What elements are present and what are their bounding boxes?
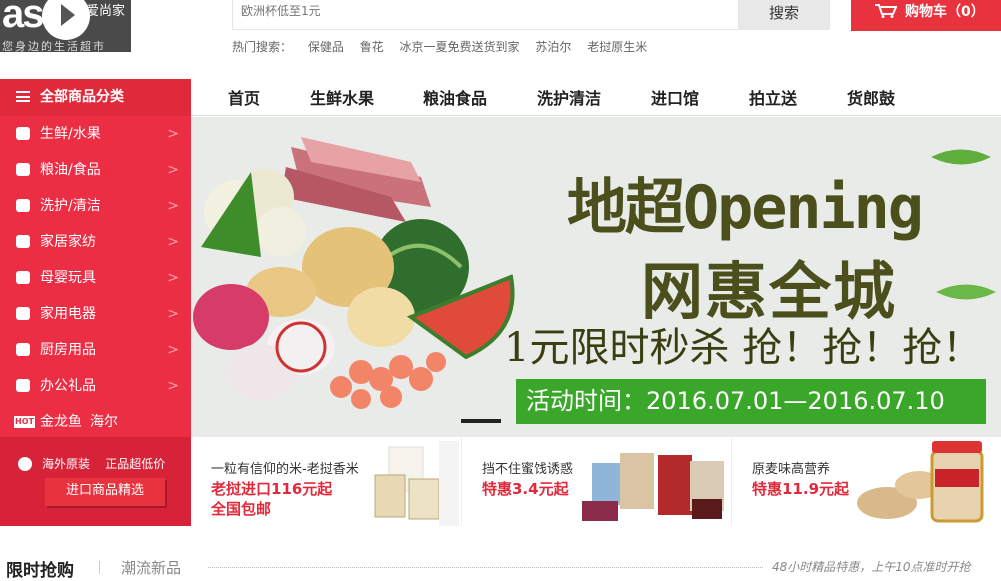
overseas-line: 海外原装 正品超低价 [18, 455, 165, 472]
site-logo[interactable]: as 爱尚家 您身边的生活超市 [0, 0, 131, 52]
shrimp-image [330, 352, 446, 409]
hot-search-link[interactable]: 老挝原生米 [587, 40, 647, 54]
category-item[interactable]: 粮油/食品 > [0, 152, 191, 188]
banner-title: 地超Opening [567, 173, 924, 243]
hot-badge: HOT [14, 416, 35, 428]
category-item[interactable]: 家居家纺 > [0, 224, 191, 260]
banner-time: 活动时间：2016.07.01—2016.07.10 [516, 379, 986, 424]
category-item[interactable]: 母婴玩具 > [0, 260, 191, 296]
oats-image [857, 441, 984, 523]
category-header[interactable]: 全部商品分类 [0, 79, 191, 116]
rice-bag-image [374, 441, 459, 526]
chevron-right-icon: > [167, 126, 179, 142]
baby-bottle-icon [16, 271, 30, 284]
category-label: 厨房用品 [40, 342, 96, 358]
cart-button[interactable]: 购物车（0） [851, 0, 1001, 31]
chevron-right-icon: > [167, 378, 179, 394]
category-label: 办公礼品 [40, 378, 96, 394]
category-label: 母婴玩具 [40, 270, 96, 286]
chevron-right-icon: > [167, 270, 179, 286]
search-button[interactable]: 搜索 [738, 0, 830, 30]
sofa-icon [16, 235, 30, 248]
menu-icon [16, 91, 30, 102]
hot-brands: HOT 金龙鱼 海尔 [0, 404, 191, 440]
promo-card-rice[interactable]: 一粒有信仰的米-老挝香米 老挝进口116元起 全国包邮 [191, 437, 462, 526]
category-header-label: 全部商品分类 [40, 89, 124, 105]
tv-icon [16, 307, 30, 320]
promo-price: 老挝进口116元起 [211, 480, 333, 498]
chevron-right-icon: > [167, 162, 179, 178]
promo-price: 特惠11.9元起 [752, 480, 850, 498]
nav-delivery[interactable]: 拍立送 [749, 79, 797, 118]
category-label: 生鲜/水果 [40, 126, 101, 142]
promo-price: 特惠3.4元起 [482, 480, 569, 498]
promo-extra: 全国包邮 [211, 500, 272, 518]
hero-banner[interactable]: 地超Opening 网惠全城 1元限时秒杀 抢！抢！抢！ 活动时间：2016.0… [191, 117, 1001, 437]
category-item[interactable]: 生鲜/水果 > [0, 116, 191, 152]
cart-icon [875, 4, 897, 18]
category-item[interactable]: 厨房用品 > [0, 332, 191, 368]
category-label: 粮油/食品 [40, 162, 101, 178]
promo-card-oats[interactable]: 原麦味高营养 特惠11.9元起 [732, 437, 1001, 526]
category-label: 洗护/清洁 [40, 198, 101, 214]
category-label: 家用电器 [40, 306, 96, 322]
hot-search: 热门搜索： 保健品 鲁花 冰京一夏免费送货到家 苏泊尔 老挝原生米 [232, 38, 659, 55]
hot-search-link[interactable]: 保健品 [308, 40, 344, 54]
overseas-right: 正品超低价 [105, 457, 166, 471]
nav-import[interactable]: 进口馆 [651, 79, 699, 118]
drops-icon [16, 199, 30, 212]
chevron-right-icon: > [167, 306, 179, 322]
snack-image [582, 453, 724, 521]
category-menu: 生鲜/水果 > 粮油/食品 > 洗护/清洁 > 家居家纺 > 母婴玩具 > 家用电器 > 厨… [0, 116, 191, 437]
hot-search-link[interactable]: 苏泊尔 [535, 40, 571, 54]
tab-flash-sale[interactable]: 限时抢购 [6, 556, 74, 581]
overseas-left: 海外原装 [42, 457, 91, 471]
leaf-icon [931, 149, 991, 165]
category-item[interactable]: 洗护/清洁 > [0, 188, 191, 224]
brand-link[interactable]: 金龙鱼 [40, 414, 82, 430]
promo-headline: 原麦味高营养 [752, 462, 831, 477]
book-icon [16, 343, 30, 356]
promo-headline: 挡不住蜜饯诱惑 [482, 462, 574, 477]
pot-icon [16, 163, 30, 176]
hot-search-link[interactable]: 冰京一夏免费送货到家 [400, 40, 520, 54]
cart-label: 购物车（0） [905, 4, 985, 20]
logo-text: as [2, 0, 44, 36]
category-item[interactable]: 办公礼品 > [0, 368, 191, 404]
banner-promo: 1元限时秒杀 抢！抢！抢！ [504, 325, 983, 371]
dragonfruit-image [193, 284, 269, 350]
globe-icon [18, 457, 32, 471]
search-input[interactable] [241, 4, 731, 18]
chevron-right-icon: > [167, 342, 179, 358]
nav-grain[interactable]: 粮油食品 [423, 79, 487, 118]
category-label: 家居家纺 [40, 234, 96, 250]
nav-fresh[interactable]: 生鲜水果 [310, 79, 374, 118]
briefcase-icon [16, 379, 30, 392]
hot-search-label: 热门搜索： [232, 40, 293, 54]
chevron-right-icon: > [167, 198, 179, 214]
promo-headline: 一粒有信仰的米-老挝香米 [211, 462, 359, 477]
slide-indicator[interactable] [461, 419, 501, 423]
logo-name: 爱尚家 [86, 4, 126, 19]
category-item[interactable]: 家用电器 > [0, 296, 191, 332]
promo-card-candied[interactable]: 挡不住蜜饯诱惑 特惠3.4元起 [462, 437, 732, 526]
meat-image [281, 137, 431, 222]
nav-care[interactable]: 洗护清洁 [537, 79, 601, 118]
hot-search-link[interactable]: 鲁花 [360, 40, 384, 54]
nav-home[interactable]: 首页 [228, 79, 260, 118]
logo-slogan: 您身边的生活超市 [2, 40, 106, 52]
eye-icon [16, 127, 30, 140]
tab-divider [99, 561, 100, 574]
import-goods-button[interactable]: 进口商品精选 [45, 478, 165, 506]
brand-link[interactable]: 海尔 [90, 414, 118, 430]
search-box [232, 0, 739, 30]
chevron-right-icon: > [167, 234, 179, 250]
play-icon [42, 0, 90, 40]
dotted-divider [208, 567, 763, 568]
flash-sale-note: 48小时精品特惠，上午10点准时开抢 [772, 560, 971, 574]
main-nav: 首页 生鲜水果 粮油食品 洗护清洁 进口馆 拍立送 货郎鼓 [191, 79, 1001, 116]
nav-drum[interactable]: 货郎鼓 [847, 79, 895, 118]
